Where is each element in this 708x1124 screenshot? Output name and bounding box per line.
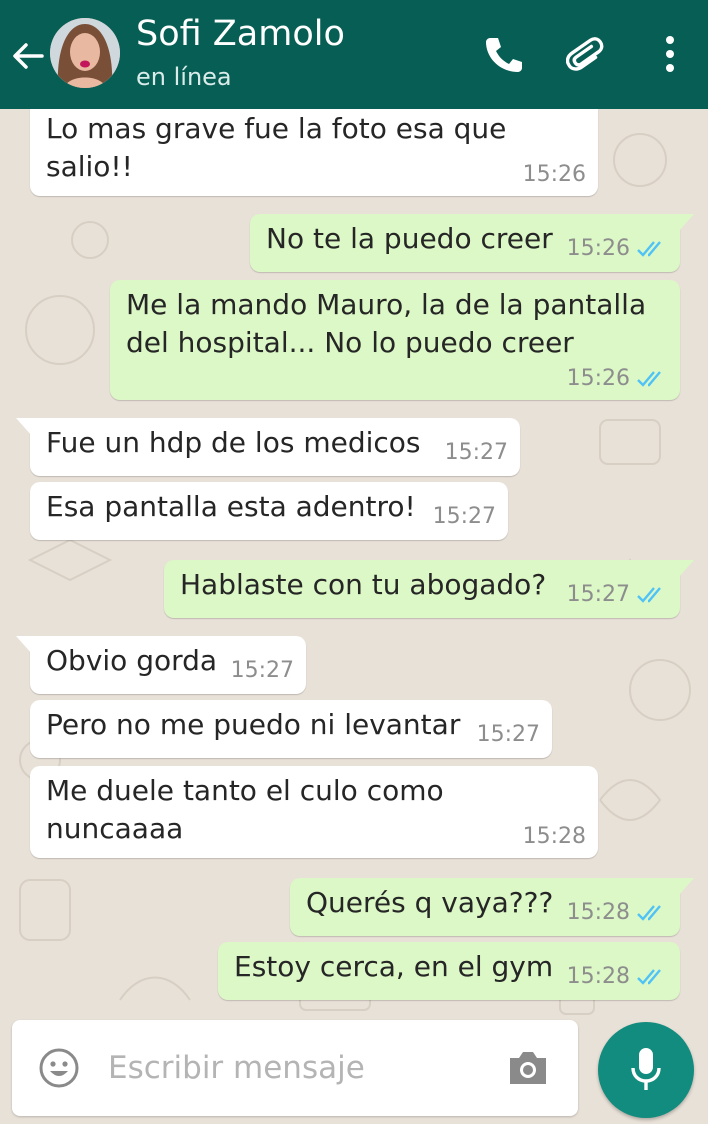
incoming-message[interactable]: Obvio gorda 15:27 xyxy=(16,636,306,694)
incoming-message[interactable]: Lo mas grave fue la foto esa que salio!! 1… xyxy=(30,108,598,196)
incoming-message[interactable]: Me duele tanto el culo como nuncaaaa 15:28 xyxy=(30,766,598,858)
message-time: 15:27 xyxy=(476,722,540,747)
message-time: 15:27 xyxy=(566,582,630,607)
outgoing-message[interactable]: Estoy cerca, en el gym 15:28 xyxy=(218,942,680,1000)
message-time: 15:26 xyxy=(522,162,586,187)
message-text: Estoy cerca, en el gym xyxy=(234,950,554,983)
bubble-tail xyxy=(678,560,694,578)
message-input-bar[interactable]: Escribir mensaje xyxy=(12,1020,578,1116)
message-text: Obvio gorda xyxy=(46,644,218,677)
outgoing-message[interactable]: No te la puedo creer 15:26 xyxy=(250,214,694,272)
contact-status: en línea xyxy=(136,63,232,91)
message-text: Hablaste con tu abogado? xyxy=(180,568,547,601)
message-time: 15:26 xyxy=(566,236,630,261)
outgoing-message[interactable]: Querés q vaya??? 15:28 xyxy=(290,878,694,936)
message-text: salio!! xyxy=(46,150,133,183)
bubble-tail xyxy=(16,636,32,654)
message-time: 15:28 xyxy=(566,900,630,925)
message-text: Pero no me puedo ni levantar xyxy=(46,708,461,741)
avatar-image xyxy=(50,18,120,88)
outgoing-message[interactable]: Hablaste con tu abogado? 15:27 xyxy=(164,560,694,618)
contact-avatar[interactable] xyxy=(50,18,120,88)
emoji-icon[interactable] xyxy=(38,1047,80,1089)
message-input[interactable]: Escribir mensaje xyxy=(108,1050,365,1086)
paperclip-icon[interactable] xyxy=(566,32,610,76)
message-time: 15:27 xyxy=(432,504,496,529)
read-receipt-icon xyxy=(637,241,661,257)
message-text: Fue un hdp de los medicos xyxy=(46,426,421,459)
incoming-message[interactable]: Fue un hdp de los medicos 15:27 xyxy=(16,418,520,476)
message-time: 15:28 xyxy=(522,824,586,849)
contact-name[interactable]: Sofi Zamolo xyxy=(136,14,345,54)
incoming-message[interactable]: Esa pantalla esta adentro! 15:27 xyxy=(30,482,508,540)
message-time: 15:27 xyxy=(444,440,508,465)
message-text: nuncaaaa xyxy=(46,812,184,845)
bubble-tail xyxy=(16,418,32,436)
message-time: 15:28 xyxy=(566,964,630,989)
read-receipt-icon xyxy=(637,969,661,985)
microphone-icon xyxy=(631,1048,661,1090)
message-time: 15:26 xyxy=(566,366,630,391)
camera-icon[interactable] xyxy=(506,1048,550,1088)
outgoing-message[interactable]: Me la mando Mauro, la de la pantalla del … xyxy=(110,280,680,400)
back-arrow-icon[interactable] xyxy=(8,36,48,76)
microphone-button[interactable] xyxy=(598,1022,694,1118)
message-text: del hospital... No lo puedo creer xyxy=(126,326,574,359)
message-time: 15:27 xyxy=(230,658,294,683)
message-text: Me la mando Mauro, la de la pantalla xyxy=(126,288,647,321)
message-text: Esa pantalla esta adentro! xyxy=(46,490,416,523)
phone-icon[interactable] xyxy=(480,32,524,76)
chat-header: Sofi Zamolo en línea xyxy=(0,0,708,109)
bubble-tail xyxy=(678,878,694,896)
more-vert-icon[interactable] xyxy=(650,32,690,76)
message-text: Me duele tanto el culo como xyxy=(46,774,444,807)
read-receipt-icon xyxy=(637,905,661,921)
read-receipt-icon xyxy=(637,371,661,387)
bubble-tail xyxy=(678,214,694,232)
message-text: Querés q vaya??? xyxy=(306,886,554,919)
read-receipt-icon xyxy=(637,587,661,603)
message-text: No te la puedo creer xyxy=(266,222,553,255)
message-text: Lo mas grave fue la foto esa que xyxy=(46,112,507,145)
incoming-message[interactable]: Pero no me puedo ni levantar 15:27 xyxy=(30,700,552,758)
